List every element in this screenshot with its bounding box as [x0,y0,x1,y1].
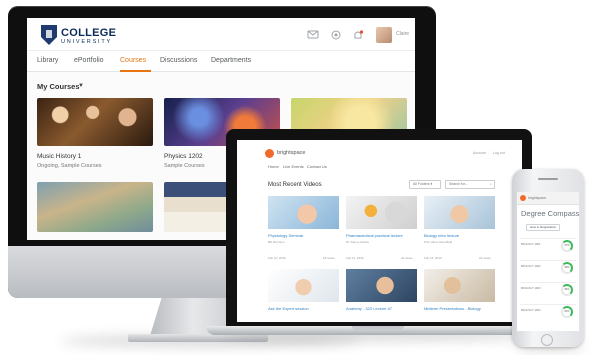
course-image-music-history[interactable] [37,98,153,146]
video-author: Prof. Alice Greenfield [424,240,453,244]
video-thumbnail[interactable] [424,196,495,229]
video-thumbnail[interactable] [346,196,417,229]
avatar[interactable] [376,27,392,43]
video-author: Bill Morrison [268,240,285,244]
video-views: 18 views [323,256,335,260]
course-code: BIOLOGY 1003 [521,286,541,290]
gauge-value: 90% [564,266,570,269]
video-title[interactable]: Physiology Seminar [268,233,303,238]
video-title[interactable]: Biology intro lecture [424,233,459,238]
list-item[interactable]: BIOLOGY 1001 97% [520,238,576,252]
section-heading: Most Recent Videos [268,182,322,188]
video-views: 22 views [479,256,491,260]
video-date: Feb 11, 2016 [346,256,364,260]
account-link[interactable]: Account [473,151,486,155]
nav-discussions[interactable]: Discussions [160,57,197,64]
nav-courses[interactable]: Courses [120,57,146,64]
video-title[interactable]: Pharmaceutical practical lecture [346,233,403,238]
search-input[interactable]: Search for... ⌕ [445,180,495,189]
search-placeholder: Search for... [449,182,468,186]
university-shield-icon[interactable] [41,25,57,45]
logo-title[interactable]: COLLEGE [61,27,116,39]
nav-departments[interactable]: Departments [211,57,251,64]
course-code: BIOLOGY 1004 [521,308,541,312]
notification-icon[interactable] [352,30,364,40]
course-image-geography[interactable] [37,182,153,232]
course-code: BIOLOGY 1001 [521,242,541,246]
video-title[interactable]: Midterm Presentations - Biology [424,306,481,311]
nav-library[interactable]: Library [37,57,58,64]
folder-filter-label: All Folders [413,182,430,186]
top-bar: COLLEGE UNIVERSITY Claire [27,18,415,50]
video-date: Feb 10, 2016 [268,256,286,260]
laptop-notch [352,326,404,330]
video-views: 44 views [401,256,413,260]
video-thumbnail[interactable] [424,269,495,302]
brand-name[interactable]: brightspace [277,150,305,156]
registration-button[interactable]: How to Registration [526,224,560,231]
nav-live-events[interactable]: Live Events [283,164,304,169]
user-name[interactable]: Claire [396,31,409,37]
phone-brand[interactable]: brightspace [528,196,546,200]
phone-title: Degree Compass [521,209,579,218]
list-item[interactable]: BIOLOGY 1004 81% [520,304,576,318]
gauge-value: 84% [564,288,570,291]
video-thumbnail[interactable] [268,269,339,302]
laptop-screen: brightspace Account Log out Home Live Ev… [237,140,522,322]
phone-speaker [538,178,558,180]
nav-home[interactable]: Home [268,164,279,169]
course-title[interactable]: Music History 1 [37,153,81,160]
message-icon[interactable] [307,30,319,40]
email-icon[interactable] [330,30,342,40]
phone-screen: brightspace Degree Compass How to Regist… [517,192,579,331]
video-author: Dr. Denny Ashley [346,240,370,244]
home-button[interactable] [541,334,553,346]
course-code: BIOLOGY 1002 [521,264,541,268]
my-courses-heading[interactable]: My Courses [37,82,80,91]
logo-subtitle[interactable]: UNIVERSITY [61,39,112,45]
nav-active-indicator [120,70,151,72]
folder-filter-select[interactable]: All Folders ▾ [409,180,441,189]
navbar: Library ePortfolio Courses Discussions D… [27,50,415,72]
gauge-value: 97% [564,244,570,247]
gauge-value: 81% [564,310,570,313]
course-subtitle: Ongoing, Sample Courses [37,163,102,169]
video-date: Feb 15, 2016 [424,256,442,260]
nav-contact-us[interactable]: Contact Us [307,164,327,169]
video-thumbnail[interactable] [346,269,417,302]
nav-eportfolio[interactable]: ePortfolio [74,57,104,64]
course-title[interactable]: Physics 1202 [164,153,203,160]
video-title[interactable]: Anatomy - 323 Lecture #7 [346,306,392,311]
search-icon: ⌕ [490,182,492,186]
video-title[interactable]: Ask the Expert session [268,306,309,311]
course-subtitle: Sample Courses [164,163,205,169]
logout-link[interactable]: Log out [493,151,505,155]
brightspace-logo-icon[interactable] [265,149,274,158]
brightspace-logo-icon[interactable] [520,195,526,201]
list-item[interactable]: BIOLOGY 1002 90% [520,260,576,274]
phone-header: brightspace [517,192,579,205]
list-item[interactable]: BIOLOGY 1003 84% [520,282,576,296]
chevron-down-icon[interactable]: ▼ [78,83,84,89]
video-thumbnail[interactable] [268,196,339,229]
